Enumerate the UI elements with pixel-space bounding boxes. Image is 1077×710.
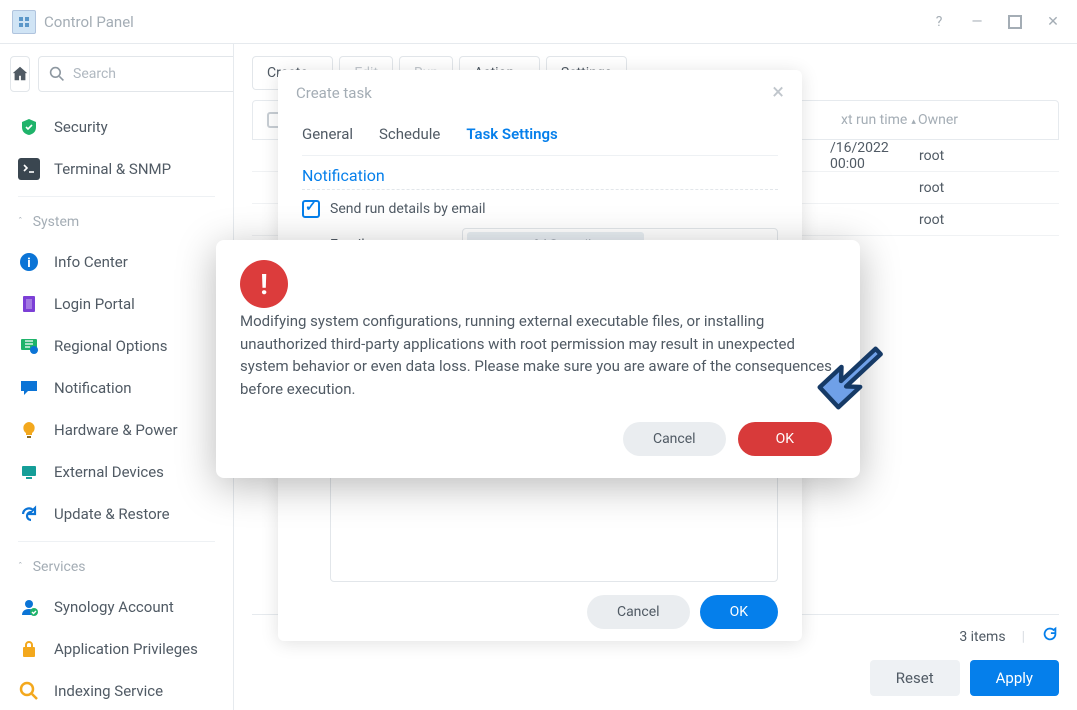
search-icon (49, 66, 65, 82)
sidebar-item-label: Info Center (54, 253, 128, 271)
sidebar: Security Terminal & SNMP ˆ System i Info… (0, 44, 234, 710)
door-icon (18, 293, 40, 315)
sidebar-item-label: Synology Account (54, 598, 174, 616)
sidebar-item-external[interactable]: External Devices (0, 451, 233, 493)
sidebar-item-label: Terminal & SNMP (54, 160, 171, 178)
lock-icon (18, 638, 40, 660)
chevron-up-icon: ˆ (18, 562, 23, 573)
help-icon[interactable]: ? (927, 10, 951, 34)
checkbox-label: Send run details by email (330, 201, 486, 217)
sidebar-item-label: Login Portal (54, 295, 135, 313)
close-button[interactable]: ✕ (1041, 10, 1065, 34)
chevron-up-icon: ˆ (18, 217, 23, 228)
sidebar-item-hardware[interactable]: Hardware & Power (0, 409, 233, 451)
sidebar-item-app-privileges[interactable]: Application Privileges (0, 628, 233, 670)
dialog-title: Create task (296, 84, 372, 102)
account-icon (18, 596, 40, 618)
sidebar-item-regional[interactable]: Regional Options (0, 325, 233, 367)
sidebar-section-services[interactable]: ˆ Services (0, 548, 233, 586)
titlebar: Control Panel ? — ✕ (0, 0, 1077, 44)
col-owner[interactable]: Owner (918, 112, 1058, 128)
sidebar-item-label: Indexing Service (54, 682, 163, 700)
dialog-close-icon[interactable]: × (772, 82, 784, 104)
refresh-icon[interactable] (1041, 625, 1059, 648)
sidebar-item-security[interactable]: Security (0, 106, 233, 148)
sidebar-item-synology-account[interactable]: Synology Account (0, 586, 233, 628)
apply-button[interactable]: Apply (970, 660, 1059, 696)
maximize-button[interactable] (1003, 10, 1027, 34)
search-box[interactable] (38, 56, 234, 92)
tab-general[interactable]: General (302, 125, 353, 151)
alert-ok-button[interactable]: OK (738, 422, 832, 456)
tab-schedule[interactable]: Schedule (379, 125, 440, 151)
sidebar-item-indexing[interactable]: Indexing Service (0, 670, 233, 710)
device-icon (18, 461, 40, 483)
dialog-ok-button[interactable]: OK (700, 595, 778, 629)
globe-icon (18, 335, 40, 357)
section-notification: Notification (302, 166, 778, 185)
sidebar-item-label: Security (54, 118, 108, 136)
info-icon: i (18, 251, 40, 273)
sidebar-section-system[interactable]: ˆ System (0, 203, 233, 241)
search-input[interactable] (73, 66, 234, 82)
sidebar-item-label: External Devices (54, 463, 164, 481)
sidebar-item-login-portal[interactable]: Login Portal (0, 283, 233, 325)
sidebar-item-label: Update & Restore (54, 505, 170, 523)
shield-icon (18, 116, 40, 138)
comment-icon (18, 377, 40, 399)
app-icon (12, 10, 36, 34)
send-email-checkbox[interactable] (302, 200, 320, 218)
alert-dialog: ! Modifying system configurations, runni… (216, 240, 860, 478)
minimize-button[interactable]: — (965, 10, 989, 34)
alert-icon: ! (240, 260, 288, 308)
window-title: Control Panel (44, 13, 913, 31)
home-button[interactable] (10, 56, 30, 92)
alert-body: Modifying system configurations, running… (240, 310, 832, 400)
tab-task-settings[interactable]: Task Settings (466, 125, 557, 151)
sidebar-item-terminal[interactable]: Terminal & SNMP (0, 148, 233, 190)
sidebar-item-label: Hardware & Power (54, 421, 178, 439)
sidebar-item-label: Regional Options (54, 337, 168, 355)
sidebar-item-info-center[interactable]: i Info Center (0, 241, 233, 283)
sidebar-item-notification[interactable]: Notification (0, 367, 233, 409)
sort-asc-icon: ▴ (911, 117, 916, 127)
item-count: 3 items (959, 629, 1005, 645)
sidebar-item-label: Notification (54, 379, 132, 397)
home-icon (11, 65, 29, 83)
svg-text:i: i (27, 256, 30, 271)
update-icon (18, 503, 40, 525)
dialog-cancel-button[interactable]: Cancel (587, 595, 690, 629)
sidebar-item-update[interactable]: Update & Restore (0, 493, 233, 535)
magnify-icon (18, 680, 40, 702)
bulb-icon (18, 419, 40, 441)
sidebar-item-label: Application Privileges (54, 640, 198, 658)
reset-button[interactable]: Reset (870, 660, 960, 696)
terminal-icon (18, 158, 40, 180)
alert-cancel-button[interactable]: Cancel (623, 422, 726, 456)
col-next-run[interactable]: xt run time▴ (831, 112, 918, 128)
cursor-pointer-overlay (806, 332, 894, 420)
